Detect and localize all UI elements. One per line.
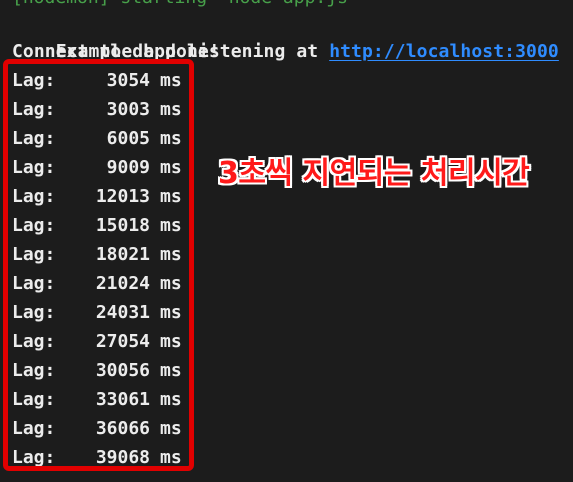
lag-highlight-box bbox=[3, 59, 194, 471]
delay-annotation: 3초씩 지연되는 처리시간 bbox=[217, 156, 530, 192]
localhost-link[interactable]: http://localhost:3000 bbox=[329, 41, 559, 62]
terminal-window[interactable]: [nodemon] starting `node app.js` Example… bbox=[0, 0, 573, 482]
